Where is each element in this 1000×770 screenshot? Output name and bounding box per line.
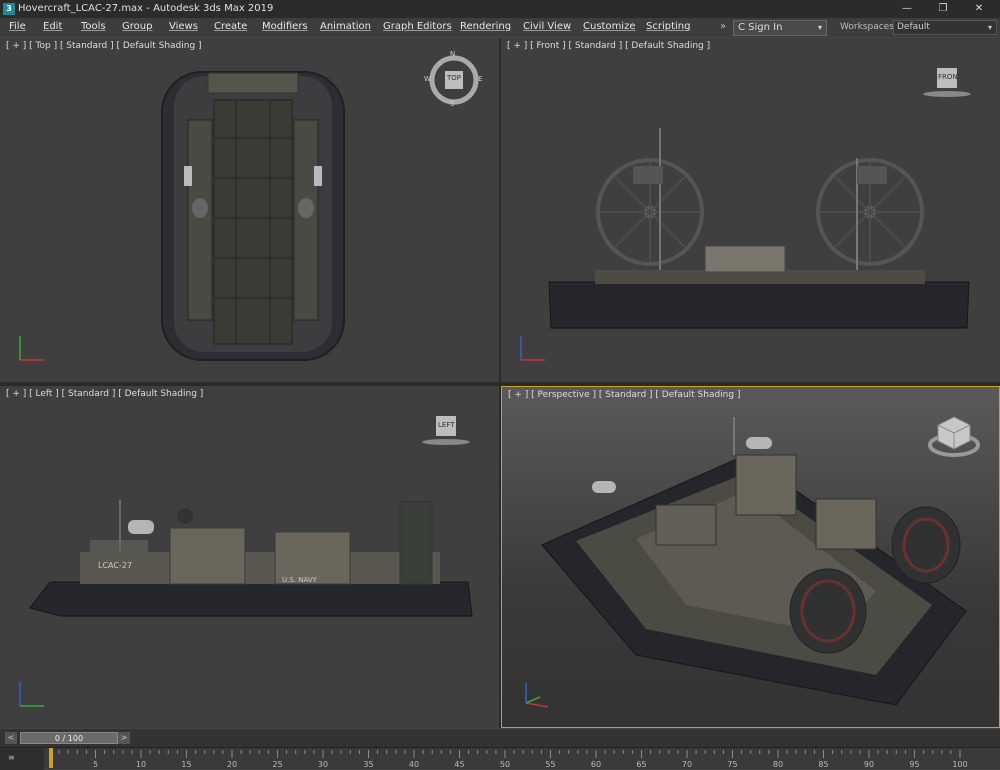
close-icon[interactable]: ✕	[962, 0, 996, 18]
chevron-down-icon: ▾	[817, 23, 822, 32]
viewcube-face-label: TOP	[447, 74, 462, 82]
workspace-select[interactable]: Default ▾	[893, 20, 997, 35]
viewport-top[interactable]: [ + ] [ Top ] [ Standard ] [ Default Sha…	[0, 38, 499, 382]
title-bar: 3 Hovercraft_LCAC-27.max - Autodesk 3ds …	[0, 0, 1000, 18]
viewport-left[interactable]: [ + ] [ Left ] [ Standard ] [ Default Sh…	[0, 386, 499, 728]
previous-frame-button[interactable]: <	[5, 732, 17, 744]
sign-in-button[interactable]: C Sign In ▾	[733, 20, 827, 36]
menu-modifiers[interactable]: Modifiers	[262, 21, 308, 32]
compass-south: S	[450, 100, 455, 108]
menu-customize[interactable]: Customize	[583, 21, 636, 32]
app-icon: 3	[3, 3, 15, 15]
viewport-label-front[interactable]: [ + ] [ Front ] [ Standard ] [ Default S…	[507, 41, 710, 51]
time-slider-bar: < 0 / 100 >	[0, 729, 1000, 747]
track-ruler[interactable]: 5 10 15 20 25 30 35 40 45 50 55 60 65 70 75 80 85 90 95 100	[44, 748, 970, 770]
track-tick-label: 75	[727, 760, 737, 769]
menu-civil-view[interactable]: Civil View	[523, 21, 571, 32]
axis-tripod-icon	[19, 682, 44, 707]
viewport-divider-horizontal[interactable]	[0, 382, 1000, 386]
axis-tripod-icon	[19, 336, 44, 361]
maximize-icon[interactable]: ❐	[926, 0, 960, 18]
track-tick-label: 70	[682, 760, 692, 769]
track-tick-label: 55	[545, 760, 555, 769]
compass-west: W	[424, 75, 431, 83]
menu-edit[interactable]: Edit	[43, 21, 62, 32]
viewcube-front[interactable]: FRON	[921, 64, 973, 100]
hull-number-text: LCAC-27	[98, 561, 133, 570]
compass-east: E	[478, 75, 483, 83]
track-tick-label: 40	[409, 760, 419, 769]
sign-in-label: Sign In	[748, 22, 783, 33]
minimize-icon[interactable]: —	[890, 0, 924, 18]
hovercraft-top-view	[161, 71, 345, 361]
track-tick-label: 5	[93, 760, 98, 769]
viewcube-face-label: FRON	[938, 73, 958, 81]
menu-scripting[interactable]: Scripting	[646, 21, 690, 32]
track-tick-label: 100	[952, 760, 967, 769]
track-tick-label: 45	[454, 760, 464, 769]
track-bar[interactable]: ≡ 5 10 15 20 25 30 35 40 45 50 55 60 65 70 75 80 85 90 95 1…	[0, 747, 1000, 770]
viewport-label-left[interactable]: [ + ] [ Left ] [ Standard ] [ Default Sh…	[6, 389, 203, 399]
chevron-down-icon: ▾	[987, 23, 992, 32]
track-tick-label: 65	[636, 760, 646, 769]
hovercraft-front-view	[548, 128, 970, 329]
navy-marking-text: U.S. NAVY	[282, 576, 317, 584]
time-slider[interactable]: 0 / 100	[20, 732, 118, 744]
menu-views[interactable]: Views	[169, 21, 198, 32]
viewcube-face-label: LEFT	[438, 421, 455, 429]
window-title: Hovercraft_LCAC-27.max - Autodesk 3ds Ma…	[18, 3, 274, 14]
menu-rendering[interactable]: Rendering	[460, 21, 511, 32]
track-tick-label: 10	[136, 760, 146, 769]
menu-animation[interactable]: Animation	[320, 21, 371, 32]
track-tick-label: 60	[591, 760, 601, 769]
track-tick-label: 20	[227, 760, 237, 769]
track-tick-label: 35	[363, 760, 373, 769]
compass-north: N	[450, 50, 456, 58]
menu-file[interactable]: File	[9, 21, 26, 32]
track-tick-label: 50	[500, 760, 510, 769]
next-frame-button[interactable]: >	[118, 732, 130, 744]
track-tick-label: 80	[773, 760, 783, 769]
viewport-front[interactable]: [ + ] [ Front ] [ Standard ] [ Default S…	[501, 38, 1000, 382]
viewport-label-perspective[interactable]: [ + ] [ Perspective ] [ Standard ] [ Def…	[508, 390, 740, 400]
menu-bar: File Edit Tools Group Views Create Modif…	[0, 18, 1000, 37]
track-filter-icon[interactable]: ≡	[8, 753, 15, 762]
track-tick-label: 85	[818, 760, 828, 769]
user-icon: C	[738, 22, 745, 33]
menu-create[interactable]: Create	[214, 21, 247, 32]
menu-tools[interactable]: Tools	[81, 21, 106, 32]
menu-graph-editors[interactable]: Graph Editors	[383, 21, 452, 32]
axis-tripod-icon	[520, 336, 545, 361]
viewcube-perspective[interactable]	[926, 411, 982, 461]
workspaces-label: Workspaces:	[840, 22, 897, 32]
track-tick-label: 90	[864, 760, 874, 769]
current-frame-marker[interactable]	[49, 748, 53, 768]
track-tick-label: 30	[318, 760, 328, 769]
track-tick-label: 15	[181, 760, 191, 769]
hovercraft-left-view	[29, 500, 473, 617]
viewcube-top[interactable]: TOP N S E W	[424, 50, 483, 108]
workspace-value: Default	[897, 22, 930, 32]
hovercraft-perspective-view	[541, 417, 967, 706]
viewcube-left[interactable]: LEFT	[420, 412, 472, 448]
track-tick-label: 95	[909, 760, 919, 769]
viewport-label-top[interactable]: [ + ] [ Top ] [ Standard ] [ Default Sha…	[6, 41, 202, 51]
menu-expand-icon[interactable]: »	[720, 21, 726, 32]
track-gutter: ≡	[0, 748, 44, 770]
track-tick-label: 25	[272, 760, 282, 769]
menu-group[interactable]: Group	[122, 21, 152, 32]
axis-tripod-icon	[525, 683, 549, 708]
viewport-perspective[interactable]: [ + ] [ Perspective ] [ Standard ] [ Def…	[501, 386, 1000, 728]
